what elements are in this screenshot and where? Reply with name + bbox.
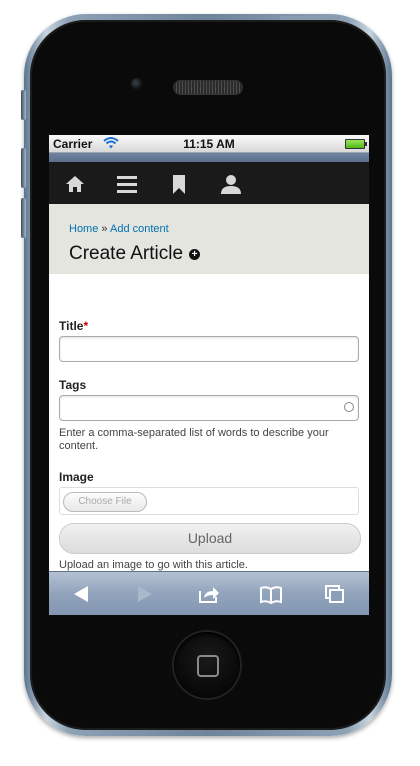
tags-description: Enter a comma-separated list of words to…	[59, 427, 329, 452]
home-square-icon	[197, 655, 219, 677]
breadcrumb-separator: »	[101, 223, 108, 235]
site-navbar	[49, 162, 369, 204]
tags-label: Tags	[59, 378, 87, 392]
speaker-grille	[174, 81, 242, 94]
mute-switch	[21, 90, 26, 120]
browser-address-bar	[49, 153, 369, 162]
page-title-row: Create Article +	[69, 243, 201, 265]
volume-up-button	[21, 148, 26, 188]
required-marker: *	[83, 319, 89, 333]
breadcrumb-home-link[interactable]: Home	[69, 223, 98, 235]
browser-toolbar	[49, 571, 369, 615]
user-icon[interactable]	[220, 173, 242, 195]
page-title: Create Article	[69, 243, 184, 264]
tags-input[interactable]	[59, 395, 359, 421]
breadcrumb: Home » Add content	[69, 223, 169, 235]
sleep-button	[280, 16, 340, 20]
forward-icon[interactable]	[133, 583, 157, 605]
status-bar: Carrier 11:15 AM	[49, 135, 369, 153]
home-button[interactable]	[174, 632, 240, 698]
back-icon[interactable]	[69, 583, 93, 605]
pages-icon[interactable]	[323, 583, 347, 605]
bookmarks-icon[interactable]	[259, 583, 283, 605]
bookmark-icon[interactable]	[168, 173, 190, 195]
page-header: Home » Add content Create Article +	[49, 204, 369, 274]
title-input[interactable]	[59, 336, 359, 362]
menu-icon[interactable]	[116, 173, 138, 195]
upload-button[interactable]: Upload	[59, 523, 361, 554]
image-label: Image	[59, 470, 94, 484]
screen: Carrier 11:15 AM Home » Add content Crea…	[49, 135, 369, 615]
camera-icon	[131, 78, 143, 90]
autocomplete-icon	[344, 402, 354, 412]
choose-file-button[interactable]: Choose File	[63, 492, 147, 512]
volume-down-button	[21, 198, 26, 238]
clock-time: 11:15 AM	[183, 137, 235, 151]
add-shortcut-icon[interactable]: +	[189, 249, 201, 260]
share-icon[interactable]	[197, 583, 221, 605]
home-icon[interactable]	[64, 173, 86, 195]
image-file-field: Choose File	[59, 487, 359, 515]
title-label: Title*	[59, 319, 89, 333]
battery-icon	[345, 139, 367, 149]
breadcrumb-add-content-link[interactable]: Add content	[110, 223, 169, 235]
